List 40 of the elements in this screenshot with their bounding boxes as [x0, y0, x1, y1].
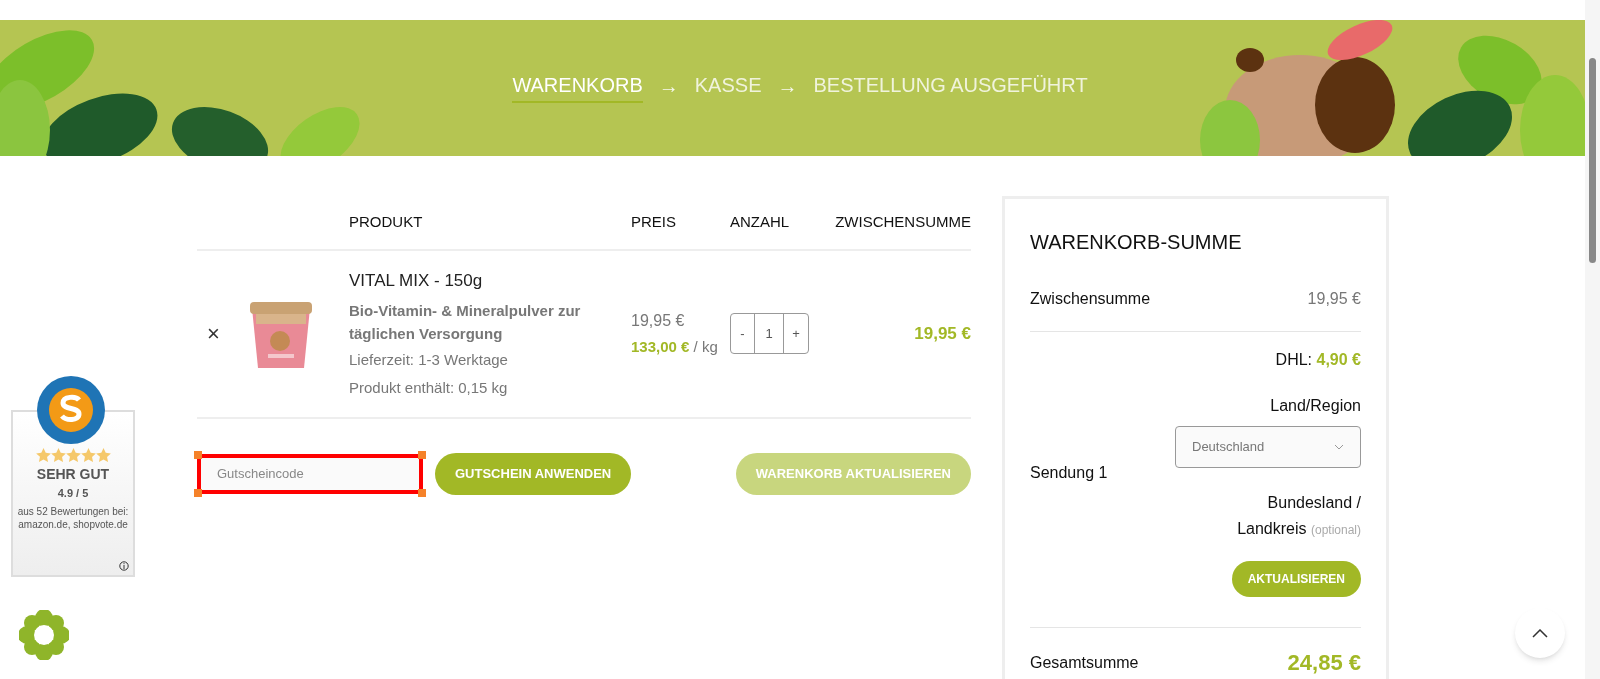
- resize-handle[interactable]: [194, 488, 202, 497]
- scrollbar[interactable]: [1585, 0, 1600, 679]
- column-header: ANZAHL: [730, 212, 791, 233]
- subtotal-label: Zwischensumme: [1030, 289, 1151, 309]
- resize-handle[interactable]: [194, 450, 202, 459]
- shipping-rate: DHL: 4,90 €: [1275, 350, 1361, 370]
- shopvote-seal-icon: [36, 375, 106, 445]
- chevron-up-icon: [1532, 628, 1548, 638]
- product-contents: Produkt enthält: 0,15 kg: [349, 378, 509, 398]
- product-link[interactable]: VITAL MIX - 150g: [349, 268, 631, 294]
- remove-item-button[interactable]: ×: [207, 322, 220, 345]
- resize-handle[interactable]: [418, 488, 426, 497]
- arrow-separator: →: [658, 74, 679, 99]
- unit-price: 19,95 €: [631, 311, 686, 332]
- card-title: WARENKORB-SUMME: [1030, 230, 1243, 255]
- delivery-time: Lieferzeit: 1-3 Werktage: [349, 349, 509, 370]
- total-label: Gesamtsumme: [1030, 652, 1139, 673]
- quantity-field[interactable]: 1: [755, 314, 784, 354]
- shipping-label: Sendung 1: [1030, 462, 1109, 483]
- column-header: PRODUKT: [349, 212, 424, 233]
- subtotal-value: 19,95 €: [1307, 289, 1361, 309]
- increase-button[interactable]: +: [784, 314, 808, 354]
- column-header: ZWISCHENSUMME: [834, 212, 971, 233]
- state-label: Bundesland / Landkreis (optional): [1236, 493, 1361, 539]
- column-header: PREIS: [631, 212, 677, 233]
- info-icon: [119, 561, 129, 571]
- product-description: Bio-Vitamin- & Mineralpulver zur täglichen Versorgung: [349, 300, 582, 344]
- country-label: Land/Region: [1270, 396, 1361, 416]
- decrease-button[interactable]: -: [731, 314, 755, 354]
- price-per-kg: 133,00 € / kg: [631, 337, 719, 358]
- resize-handle[interactable]: [418, 450, 426, 459]
- coupon-code-field[interactable]: Gutscheincode: [197, 453, 423, 494]
- rating-verdict: SEHR GUT: [36, 465, 110, 484]
- country-select[interactable]: Deutschland: [1175, 426, 1361, 468]
- rating-score: 4.9 / 5: [57, 486, 89, 501]
- line-subtotal: 19,95 €: [913, 323, 971, 345]
- chevron-down-icon: [1334, 444, 1344, 450]
- rating-source: aus 52 Bewertungen bei: amazon.de, shopvote.de: [16, 504, 130, 531]
- total-value: 24,85 €: [1287, 649, 1361, 677]
- arrow-separator: →: [777, 74, 798, 99]
